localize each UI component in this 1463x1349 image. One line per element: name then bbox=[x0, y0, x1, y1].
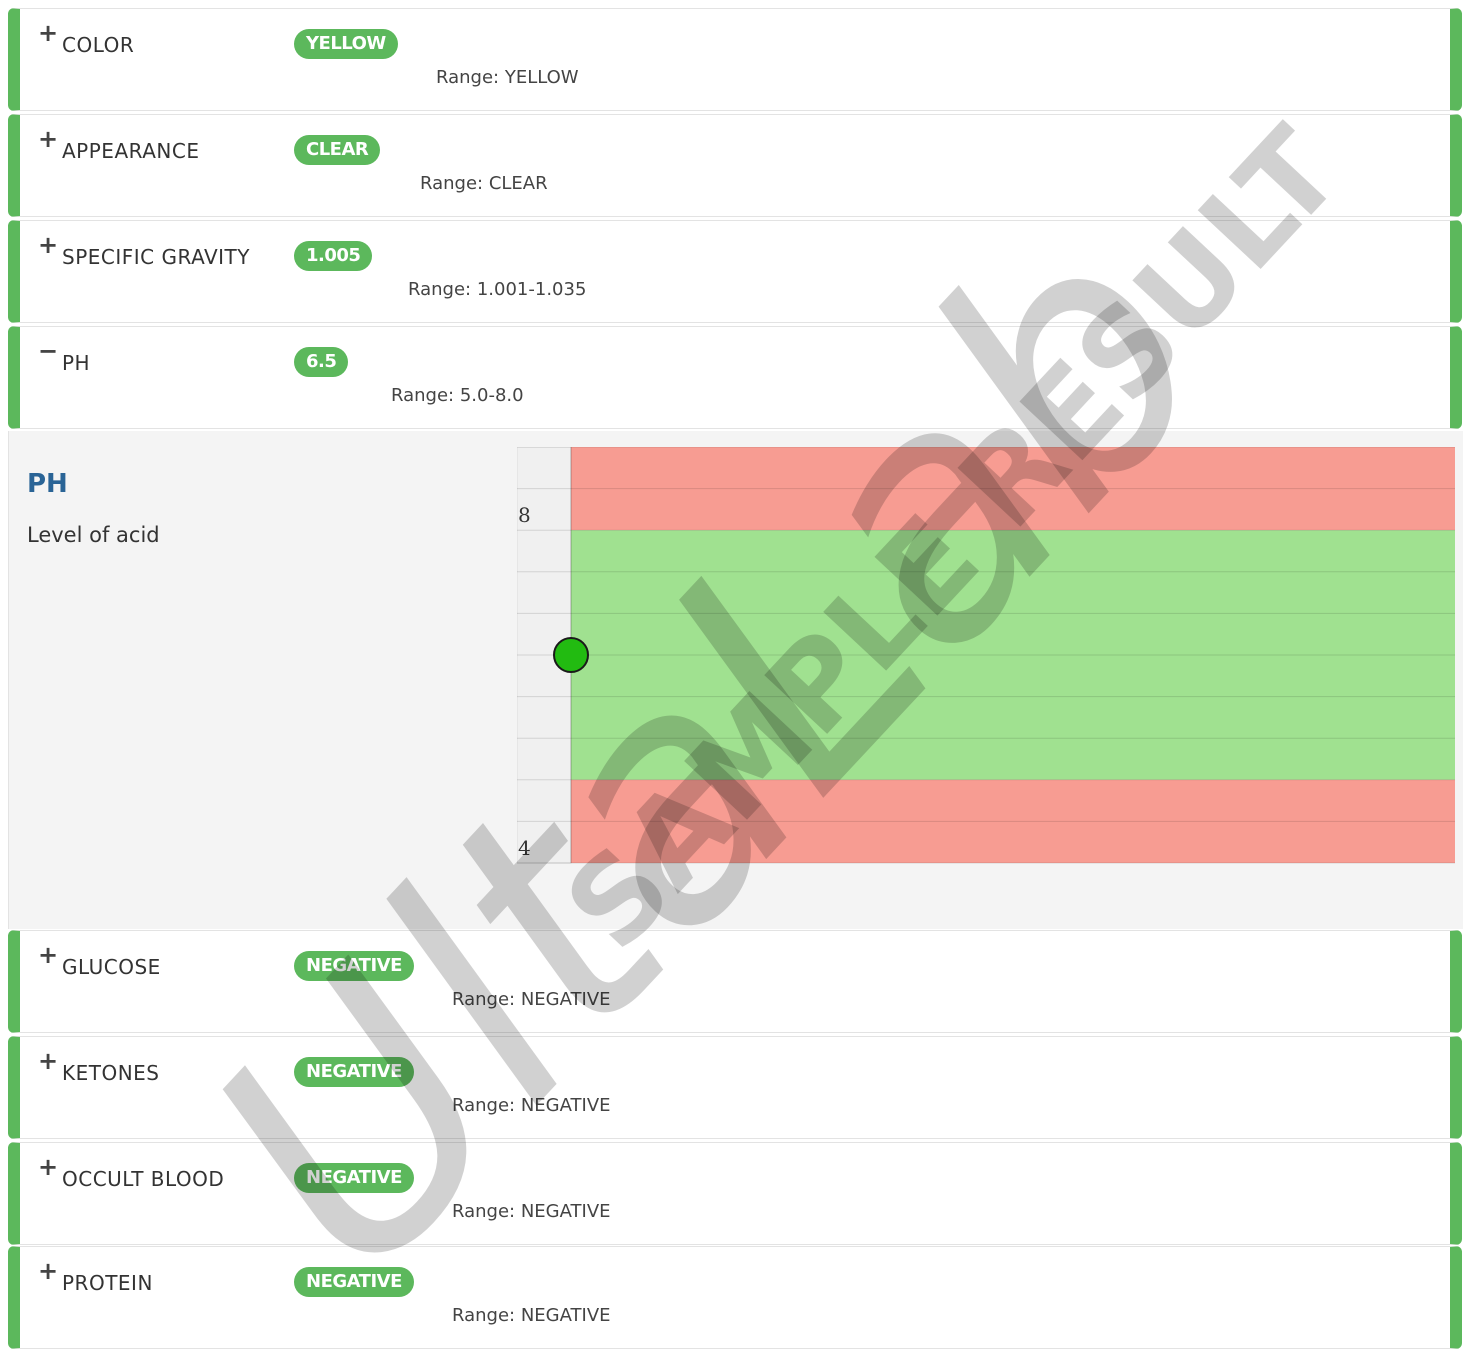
test-row-specific-gravity[interactable]: + SPECIFIC GRAVITY 1.005 Range: 1.001-1.… bbox=[8, 220, 1462, 323]
result-badge: 6.5 bbox=[294, 347, 349, 377]
test-name[interactable]: GLUCOSE bbox=[62, 955, 161, 979]
reference-range: Range: 1.001-1.035 bbox=[408, 279, 587, 300]
result-marker bbox=[553, 637, 589, 673]
expand-icon[interactable]: + bbox=[38, 1049, 58, 1073]
result-badge: NEGATIVE bbox=[294, 951, 414, 981]
test-name[interactable]: PH bbox=[62, 351, 90, 375]
test-row-occult-blood[interactable]: + OCCULT BLOOD NEGATIVE Range: NEGATIVE bbox=[8, 1142, 1462, 1245]
test-name[interactable]: OCCULT BLOOD bbox=[62, 1167, 224, 1191]
tick-label: 8 bbox=[518, 503, 531, 527]
expand-icon[interactable]: + bbox=[38, 943, 58, 967]
result-badge: CLEAR bbox=[294, 135, 381, 165]
result-badge: NEGATIVE bbox=[294, 1057, 414, 1087]
expand-icon[interactable]: + bbox=[38, 127, 58, 151]
reference-range: Range: 5.0-8.0 bbox=[391, 385, 524, 406]
test-row-ketones[interactable]: + KETONES NEGATIVE Range: NEGATIVE bbox=[8, 1036, 1462, 1139]
result-badge: NEGATIVE bbox=[294, 1163, 414, 1193]
test-name[interactable]: APPEARANCE bbox=[62, 139, 199, 163]
test-row-protein[interactable]: + PROTEIN NEGATIVE Range: NEGATIVE bbox=[8, 1246, 1462, 1349]
expand-icon[interactable]: + bbox=[38, 1259, 58, 1283]
expand-icon[interactable]: + bbox=[38, 21, 58, 45]
expand-icon[interactable]: + bbox=[38, 233, 58, 257]
test-row-appearance[interactable]: + APPEARANCE CLEAR Range: CLEAR bbox=[8, 114, 1462, 217]
result-badge: 1.005 bbox=[294, 241, 373, 271]
test-row-glucose[interactable]: + GLUCOSE NEGATIVE Range: NEGATIVE bbox=[8, 930, 1462, 1033]
test-row-color[interactable]: + COLOR YELLOW Range: YELLOW bbox=[8, 8, 1462, 111]
test-name[interactable]: KETONES bbox=[62, 1061, 160, 1085]
reference-range: Range: YELLOW bbox=[436, 67, 579, 88]
reference-range: Range: CLEAR bbox=[420, 173, 548, 194]
test-name[interactable]: SPECIFIC GRAVITY bbox=[62, 245, 250, 269]
ph-range-chart: 84 bbox=[517, 447, 1455, 864]
detail-title: PH bbox=[27, 469, 68, 499]
reference-range: Range: NEGATIVE bbox=[452, 1201, 611, 1222]
result-badge: YELLOW bbox=[294, 29, 398, 59]
result-badge: NEGATIVE bbox=[294, 1267, 414, 1297]
collapse-icon[interactable]: − bbox=[38, 339, 58, 363]
test-name[interactable]: COLOR bbox=[62, 33, 134, 57]
reference-range: Range: NEGATIVE bbox=[452, 1305, 611, 1326]
tick-label: 4 bbox=[518, 836, 531, 860]
detail-description: Level of acid bbox=[27, 523, 160, 547]
test-name[interactable]: PROTEIN bbox=[62, 1271, 153, 1295]
ph-detail-panel: PH Level of acid 84 bbox=[8, 431, 1463, 929]
expand-icon[interactable]: + bbox=[38, 1155, 58, 1179]
reference-range: Range: NEGATIVE bbox=[452, 1095, 611, 1116]
reference-range: Range: NEGATIVE bbox=[452, 989, 611, 1010]
test-row-ph[interactable]: − PH 6.5 Range: 5.0-8.0 bbox=[8, 326, 1462, 429]
